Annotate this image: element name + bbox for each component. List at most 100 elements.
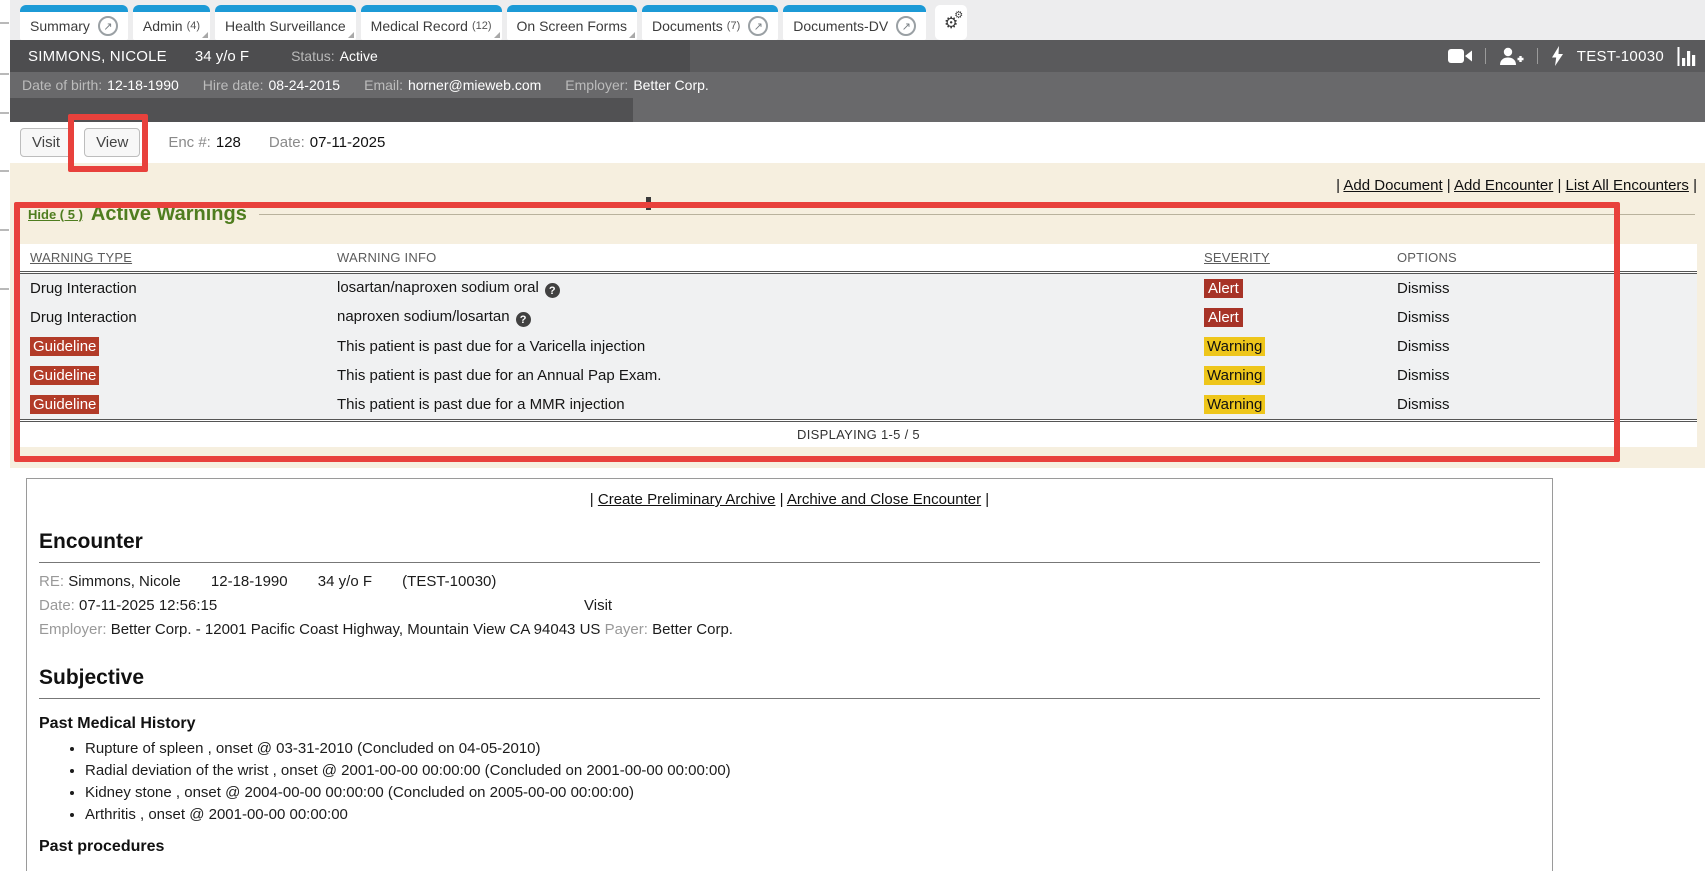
dropdown-corner-icon [348, 32, 354, 38]
dismiss-link[interactable]: Dismiss [1397, 280, 1450, 297]
hide-warnings-link[interactable]: Hide ( 5 ) [28, 207, 83, 222]
external-link-icon[interactable]: ↗ [98, 16, 118, 36]
help-icon[interactable]: ? [545, 283, 560, 298]
patient-name: SIMMONS, NICOLE [28, 48, 167, 65]
table-row: Drug Interactionlosartan/naproxen sodium… [20, 274, 1697, 303]
warning-info-cell: This patient is past due for an Annual P… [337, 367, 1204, 384]
warning-type-text: Drug Interaction [30, 280, 137, 297]
enc-date-value: 07-11-2025 [310, 134, 386, 151]
external-link-icon[interactable]: ↗ [896, 16, 916, 36]
chart-tabs: Summary↗Admin(4)Health SurveillanceMedic… [20, 5, 931, 40]
link-add-document[interactable]: Add Document [1343, 177, 1442, 194]
tab-documents[interactable]: Documents (7) ↗ [642, 5, 778, 40]
dropdown-corner-icon [629, 32, 635, 38]
warnings-table-footer: DISPLAYING 1-5 / 5 [20, 419, 1697, 447]
tab-count: (4) [187, 20, 200, 32]
demographic-value: Better Corp. [633, 77, 708, 93]
severity-cell: Warning [1204, 396, 1397, 413]
link-create-preliminary-archive[interactable]: Create Preliminary Archive [598, 491, 776, 508]
divider [1537, 48, 1538, 64]
note-date-label: Date: [39, 597, 75, 614]
pipe: | [775, 491, 786, 508]
enc-number-value: 128 [216, 134, 241, 151]
tab-count: (7) [727, 20, 740, 32]
re-dob: 12-18-1990 [211, 573, 288, 590]
ehr-page: Summary↗Admin(4)Health SurveillanceMedic… [0, 0, 1705, 871]
warnings-table: WARNING TYPEWARNING INFOSEVERITYOPTIONS … [20, 244, 1697, 447]
warning-info-text: This patient is past due for a MMR injec… [337, 396, 625, 413]
pmh-heading: Past Medical History [39, 715, 1540, 733]
tab-settings-button[interactable]: ⚙ ⚙ [935, 5, 967, 40]
active-warnings-title: Active Warnings [91, 203, 247, 226]
dismiss-link[interactable]: Dismiss [1397, 309, 1450, 326]
demographic-value: horner@mieweb.com [408, 77, 541, 93]
active-warnings-panel: | Add Document | Add Encounter | List Al… [10, 163, 1705, 468]
warnings-table-header: WARNING TYPEWARNING INFOSEVERITYOPTIONS [20, 244, 1697, 274]
divider [1485, 48, 1486, 64]
tab-label: Medical Record [371, 18, 468, 34]
severity-badge: Warning [1204, 337, 1265, 356]
patient-header: SIMMONS, NICOLE 34 y/o F Status: Active … [10, 40, 1705, 122]
pmh-item: Arthritis , onset @ 2001-00-00 00:00:00 [85, 807, 1540, 822]
gutter-tick [0, 112, 9, 114]
header-action-icons: TEST-10030 [1448, 40, 1697, 72]
warning-info-cell: This patient is past due for a MMR injec… [337, 396, 1204, 413]
bolt-icon[interactable] [1551, 46, 1564, 66]
tab-health-surveillance[interactable]: Health Surveillance [215, 5, 356, 40]
link-list-all-encounters[interactable]: List All Encounters [1566, 177, 1689, 194]
column-header-label[interactable]: WARNING TYPE [30, 250, 132, 265]
tab-on-screen-forms[interactable]: On Screen Forms [507, 5, 637, 40]
tab-label: On Screen Forms [517, 18, 627, 34]
bar-chart-icon[interactable] [1677, 47, 1697, 66]
severity-cell: Warning [1204, 338, 1397, 355]
help-icon[interactable]: ? [516, 312, 531, 327]
enc-number-label: Enc #: [168, 134, 211, 151]
tab-summary[interactable]: Summary↗ [20, 5, 128, 40]
patient-demographics-row: Date of birth:12-18-1990Hire date:08-24-… [10, 72, 1705, 98]
pmh-item: Rupture of spleen , onset @ 03-31-2010 (… [85, 741, 1540, 756]
note-date-value: 07-11-2025 12:56:15 [79, 597, 217, 614]
table-row: GuidelineThis patient is past due for a … [20, 332, 1697, 361]
column-header-severity[interactable]: SEVERITY [1204, 250, 1397, 265]
cog-small-icon: ⚙ [954, 11, 963, 21]
pmh-item: Radial deviation of the wrist , onset @ … [85, 763, 1540, 778]
encounter-heading: Encounter [39, 530, 1540, 554]
severity-cell: Alert [1204, 309, 1397, 326]
tab-medical-record[interactable]: Medical Record (12) [361, 5, 502, 40]
tab-admin[interactable]: Admin(4) [133, 5, 210, 40]
link-add-encounter[interactable]: Add Encounter [1454, 177, 1553, 194]
view-button[interactable]: View [84, 128, 140, 157]
payer-label: Payer: [605, 621, 648, 638]
external-link-icon[interactable]: ↗ [748, 16, 768, 36]
tab-count: (12) [472, 20, 492, 32]
video-camera-icon[interactable] [1448, 48, 1472, 64]
dismiss-link[interactable]: Dismiss [1397, 338, 1450, 355]
link-archive-and-close-encounter[interactable]: Archive and Close Encounter [787, 491, 981, 508]
options-cell: Dismiss [1397, 280, 1697, 297]
tab-accent-strip [507, 5, 637, 12]
warning-info-text: naproxen sodium/losartan [337, 308, 510, 325]
column-header-warning-type[interactable]: WARNING TYPE [20, 250, 337, 265]
tab-body: Admin(4) [133, 12, 210, 40]
enc-date-label: Date: [269, 134, 305, 151]
tab-documents-dv[interactable]: Documents-DV↗ [783, 5, 926, 40]
tab-label: Documents [652, 18, 723, 34]
gutter-tick [0, 288, 9, 290]
dismiss-link[interactable]: Dismiss [1397, 396, 1450, 413]
gutter-tick [0, 73, 9, 75]
warning-type-cell: Drug Interaction [20, 280, 337, 297]
demographic-value: 08-24-2015 [268, 77, 340, 93]
tab-accent-strip [20, 5, 128, 12]
text-cursor-artifact [646, 197, 651, 210]
encounter-note: | Create Preliminary Archive | Archive a… [26, 478, 1553, 871]
visit-button[interactable]: Visit [20, 128, 72, 157]
tab-body: Documents (7) ↗ [642, 12, 778, 40]
person-add-icon[interactable] [1499, 47, 1524, 65]
demographic-label: Date of birth: [22, 77, 102, 93]
column-header-warning-info: WARNING INFO [337, 250, 1204, 265]
dismiss-link[interactable]: Dismiss [1397, 367, 1450, 384]
severity-badge: Warning [1204, 366, 1265, 385]
options-cell: Dismiss [1397, 309, 1697, 326]
column-header-label[interactable]: SEVERITY [1204, 250, 1270, 265]
re-chart-id: (TEST-10030) [402, 573, 496, 590]
